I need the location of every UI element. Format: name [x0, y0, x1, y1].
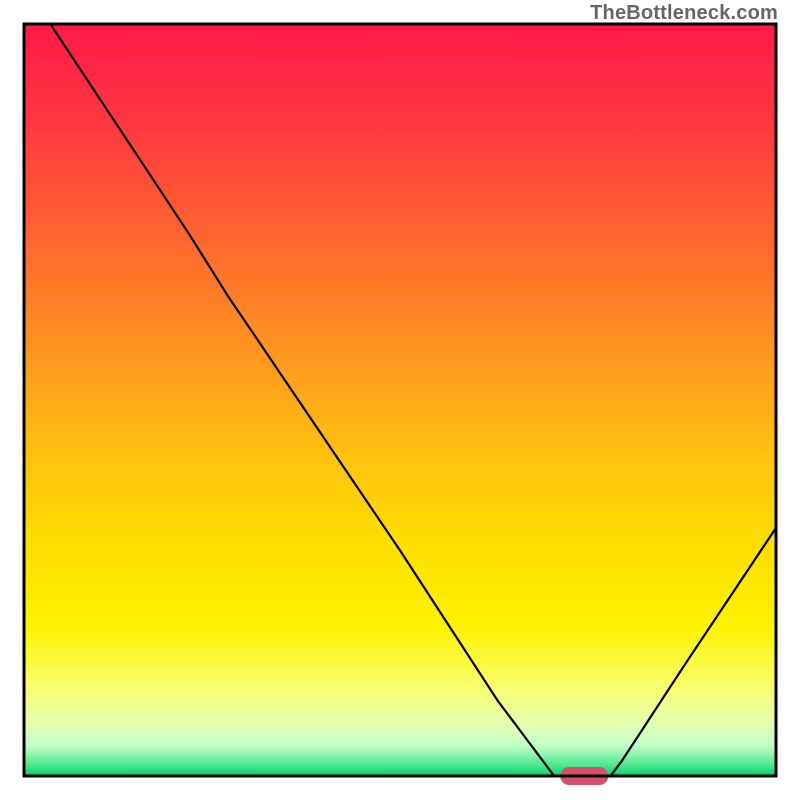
watermark-label: TheBottleneck.com — [590, 2, 778, 25]
bottleneck-chart: TheBottleneck.com — [0, 0, 800, 800]
chart-svg — [0, 0, 800, 800]
plot-background — [24, 24, 776, 776]
